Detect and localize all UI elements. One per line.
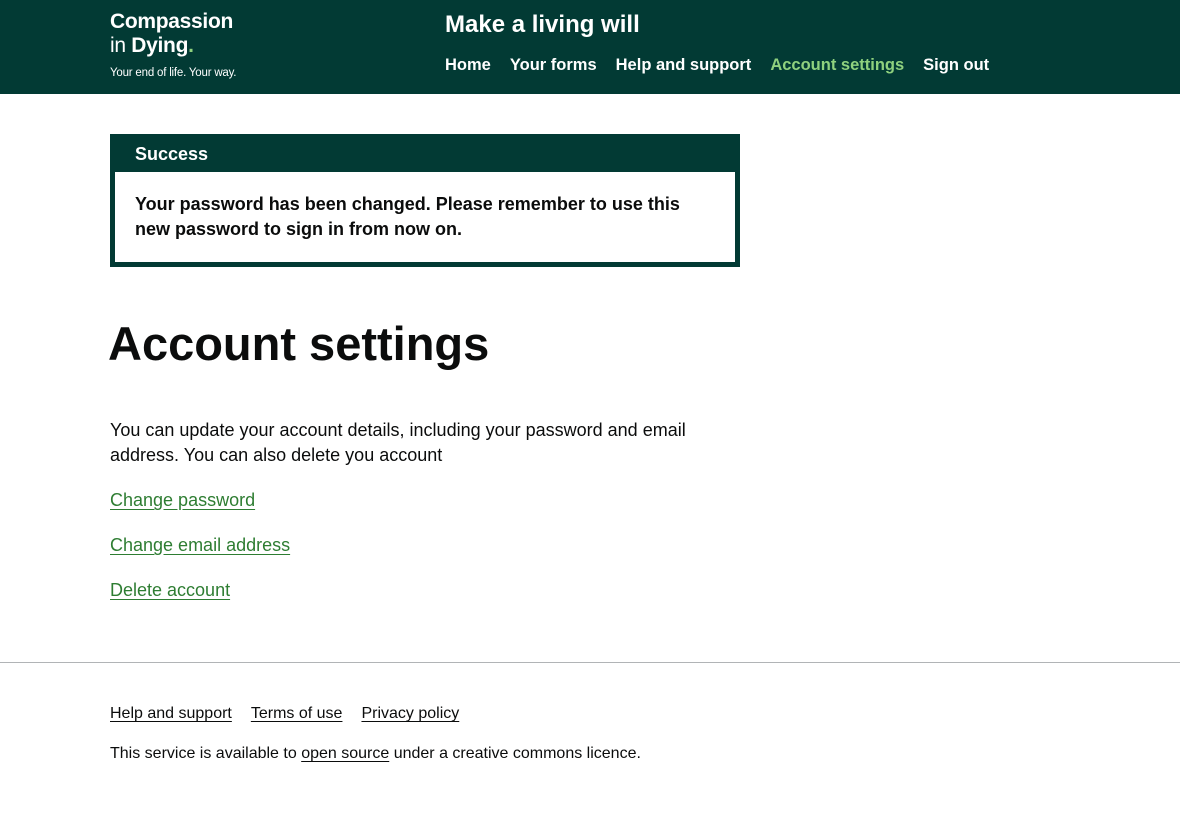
banner-message: Your password has been changed. Please r…	[135, 194, 680, 239]
logo-wordmark-strong: Dying	[131, 34, 189, 57]
banner-content: Your password has been changed. Please r…	[115, 172, 735, 262]
change-password-link[interactable]: Change password	[110, 488, 255, 513]
nav-home[interactable]: Home	[445, 53, 491, 77]
compassion-in-dying-logo[interactable]: Compassion in Dying. Your end of life. Y…	[110, 10, 260, 80]
page-title: Account settings	[108, 317, 490, 370]
footer-privacy-policy-link[interactable]: Privacy policy	[361, 703, 459, 725]
nav-sign-out[interactable]: Sign out	[923, 53, 989, 77]
logo-wordmark-prefix: in	[110, 34, 132, 57]
logo-wordmark-line1: Compassion	[110, 10, 234, 33]
nav-account-settings[interactable]: Account settings	[770, 53, 904, 77]
footer-terms-of-use-link[interactable]: Terms of use	[251, 703, 343, 725]
logo-wordmark-line2: in Dying.	[110, 34, 260, 58]
success-notification-banner: Success Your password has been changed. …	[110, 134, 740, 267]
change-email-address-link[interactable]: Change email address	[110, 533, 290, 558]
nav-your-forms[interactable]: Your forms	[510, 53, 597, 77]
main-navigation: Home Your forms Help and support Account…	[445, 53, 989, 77]
footer-links: Help and support Terms of use Privacy po…	[110, 703, 459, 725]
open-source-link[interactable]: open source	[301, 745, 389, 762]
delete-account-link[interactable]: Delete account	[110, 578, 230, 603]
banner-title: Success	[135, 144, 209, 164]
site-footer: Help and support Terms of use Privacy po…	[0, 662, 1180, 820]
logo-tagline: Your end of life. Your way.	[110, 67, 237, 79]
logo-dot: .	[188, 34, 194, 57]
licence-text: This service is available to open source…	[110, 743, 641, 765]
licence-prefix: This service is available to	[110, 745, 302, 762]
intro-text: You can update your account details, inc…	[110, 420, 686, 465]
nav-help-and-support[interactable]: Help and support	[616, 53, 752, 77]
licence-suffix: under a creative commons licence.	[389, 745, 641, 762]
site-header: Compassion in Dying. Your end of life. Y…	[0, 0, 1180, 94]
service-name[interactable]: Make a living will	[445, 9, 640, 41]
footer-help-and-support-link[interactable]: Help and support	[110, 703, 232, 725]
